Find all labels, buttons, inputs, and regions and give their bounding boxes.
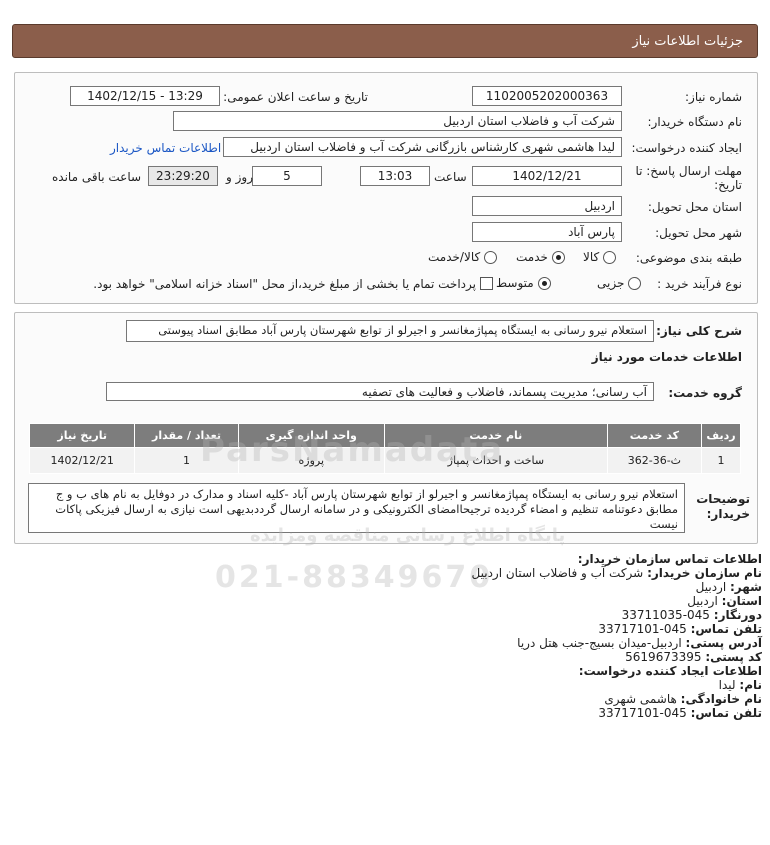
contact-phone-row: تلفن تماس: 045-33717101 [262, 622, 762, 636]
province-field[interactable]: اردبیل [472, 196, 622, 216]
cell-service-code: ث-36-362 [606, 447, 702, 474]
process-minor-radio[interactable] [628, 277, 642, 290]
need-number-field[interactable]: 1102005202000363 [472, 86, 622, 106]
days-label: روز و [226, 170, 253, 184]
contact-org-label: نام سازمان خریدار: [647, 566, 762, 580]
contact-city: اردبیل [695, 580, 727, 594]
col-service-code: کد خدمت [606, 423, 702, 448]
need-details-panel [14, 72, 758, 304]
contact-address-row: آدرس پستی: اردبیل-میدان بسیج-جنب هتل دری… [262, 636, 762, 650]
cell-row: 1 [700, 447, 742, 474]
announce-datetime-field[interactable]: 1402/12/15 - 13:29 [70, 86, 220, 106]
treasury-payment-checkbox[interactable] [480, 277, 493, 290]
creator-family: هاشمی شهری [604, 692, 677, 706]
contact-province: اردبیل [687, 594, 718, 608]
process-medium-radio[interactable] [537, 277, 551, 290]
process-label: نوع فرآیند خرید : [657, 277, 742, 291]
buyer-notes-label: توضیحات خریدار: [696, 492, 750, 521]
contact-address: اردبیل-میدان بسیج-جنب هتل دریا [517, 636, 682, 650]
contact-fax-row: دورنگار: 045-33711035 [262, 608, 762, 622]
category-option-goods[interactable]: کالا [583, 250, 617, 264]
announce-label: تاریخ و ساعت اعلان عمومی: [223, 90, 368, 104]
creator-family-row: نام خانوادگی: هاشمی شهری [262, 692, 762, 706]
province-label: استان محل تحویل: [647, 200, 742, 214]
contact-section: اطلاعات تماس سازمان خریدار: نام سازمان خ… [262, 552, 762, 720]
page-header: جزئیات اطلاعات نیاز [12, 24, 758, 58]
creator-phone-label: تلفن تماس: [690, 706, 762, 720]
contact-address-label: آدرس پستی: [685, 636, 762, 650]
city-field[interactable]: پارس آباد [472, 222, 622, 242]
creator-phone-row: تلفن تماس: 045-33717101 [262, 706, 762, 720]
contact-postal-row: کد پستی: 5619673395 [262, 650, 762, 664]
category-goods-service-radio[interactable] [484, 251, 498, 264]
category-option-service-label: خدمت [516, 250, 548, 264]
contact-fax: 045-33711035 [621, 608, 710, 622]
category-option-service[interactable]: خدمت [516, 250, 565, 264]
col-need-date: تاریخ نیاز [28, 423, 136, 448]
deadline-time-field[interactable]: 13:03 [360, 166, 430, 186]
col-row: ردیف [700, 423, 742, 448]
deadline-label: مهلت ارسال پاسخ: تا [635, 164, 742, 178]
contact-phone-label: تلفن تماس: [690, 622, 762, 636]
cell-need-date: 1402/12/21 [28, 447, 136, 474]
process-option-minor-label: جزیی [597, 276, 625, 290]
watermark-site: ParsNamadata [200, 430, 505, 470]
creator-field[interactable]: لیدا هاشمی شهری کارشناس بازرگانی شرکت آب… [223, 137, 622, 157]
creator-label: ایجاد کننده درخواست: [631, 141, 742, 155]
contact-title: اطلاعات تماس سازمان خریدار: [577, 552, 762, 566]
category-label: طبقه بندی موضوعی: [635, 251, 742, 265]
summary-field[interactable]: استعلام نیرو رسانی به ایستگاه پمپاژمغانس… [126, 320, 654, 342]
remaining-time-field: 23:29:20 [148, 166, 218, 186]
contact-postal-label: کد پستی: [705, 650, 762, 664]
page-title: جزئیات اطلاعات نیاز [632, 34, 743, 49]
city-label: شهر محل تحویل: [655, 226, 742, 240]
category-option-goods-service-label: کالا/خدمت [428, 250, 481, 264]
creator-phone: 045-33717101 [598, 706, 687, 720]
contact-postal: 5619673395 [625, 650, 702, 664]
treasury-payment-note: پرداخت تمام یا بخشی از مبلغ خرید،از محل … [93, 277, 476, 291]
contact-city-row: شهر: اردبیل [262, 580, 762, 594]
contact-province-row: استان: اردبیل [262, 594, 762, 608]
contact-city-label: شهر: [730, 580, 762, 594]
service-group-field[interactable]: آب رسانی؛ مدیریت پسماند، فاضلاب و فعالیت… [106, 382, 654, 401]
category-goods-radio[interactable] [603, 251, 617, 264]
deadline-time-label: ساعت [434, 170, 467, 184]
category-option-goods-label: کالا [583, 250, 600, 264]
buyer-contact-link[interactable]: اطلاعات تماس خریدار [110, 141, 221, 155]
creator-family-label: نام خانوادگی: [680, 692, 762, 706]
creator-name: لیدا [718, 678, 736, 692]
service-group-label: گروه خدمت: [668, 386, 742, 400]
contact-province-label: استان: [721, 594, 762, 608]
process-option-medium[interactable]: متوسط [496, 276, 551, 290]
process-option-minor[interactable]: جزیی [597, 276, 642, 290]
deadline-date-field[interactable]: 1402/12/21 [472, 166, 622, 186]
services-section-title: اطلاعات خدمات مورد نیاز [591, 350, 742, 364]
creator-name-label: نام: [739, 678, 762, 692]
watermark-subtitle: پایگاه اطلاع رسانی مناقصه ومزایده [250, 525, 566, 546]
creator-name-row: نام: لیدا [262, 678, 762, 692]
need-number-label: شماره نیاز: [685, 90, 742, 104]
process-option-medium-label: متوسط [496, 276, 534, 290]
contact-org: شرکت آب و فاضلاب استان اردبیل [471, 566, 644, 580]
buyer-org-field[interactable]: شرکت آب و فاضلاب استان اردبیل [173, 111, 622, 131]
contact-fax-label: دورنگار: [713, 608, 762, 622]
summary-label: شرح کلی نیاز: [656, 324, 742, 338]
category-service-radio[interactable] [551, 251, 565, 264]
deadline-date-label: تاریخ: [714, 178, 742, 192]
buyer-org-label: نام دستگاه خریدار: [647, 115, 743, 129]
category-option-goods-service[interactable]: کالا/خدمت [428, 250, 498, 264]
days-field[interactable]: 5 [252, 166, 322, 186]
contact-phone: 045-33717101 [598, 622, 687, 636]
remaining-label: ساعت باقی مانده [52, 170, 142, 184]
contact-org-row: نام سازمان خریدار: شرکت آب و فاضلاب استا… [262, 566, 762, 580]
creator-info-title: اطلاعات ایجاد کننده درخواست: [578, 664, 762, 678]
